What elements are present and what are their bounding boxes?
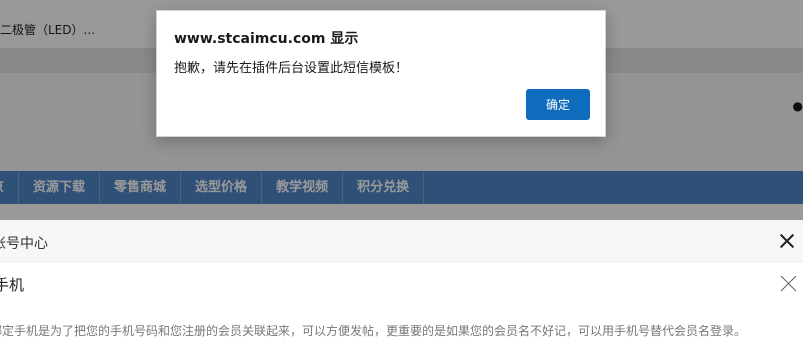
dialog-title: www.stcaimcu.com 显示 (174, 31, 359, 47)
phone-section-title: 手机 (0, 276, 25, 294)
account-panel-title: 帐号中心 (0, 236, 48, 252)
close-icon[interactable] (779, 273, 799, 293)
account-panel: 帐号中心 手机 绑定手机是为了把您的手机号码和您注册的会员关联起来，可以方便发帖… (0, 220, 803, 357)
close-icon[interactable] (777, 231, 797, 251)
phone-binding-description: 绑定手机是为了把您的手机号码和您注册的会员关联起来，可以方便发帖，更重要的是如果… (0, 324, 747, 338)
dialog-message: 抱歉，请先在插件后台设置此短信模板！ (174, 61, 409, 76)
account-panel-header: 帐号中心 (0, 220, 803, 262)
alert-dialog: www.stcaimcu.com 显示 抱歉，请先在插件后台设置此短信模板！ 确… (156, 10, 606, 137)
phone-section-header: 手机 (0, 263, 803, 303)
ok-button[interactable]: 确定 (526, 89, 590, 120)
